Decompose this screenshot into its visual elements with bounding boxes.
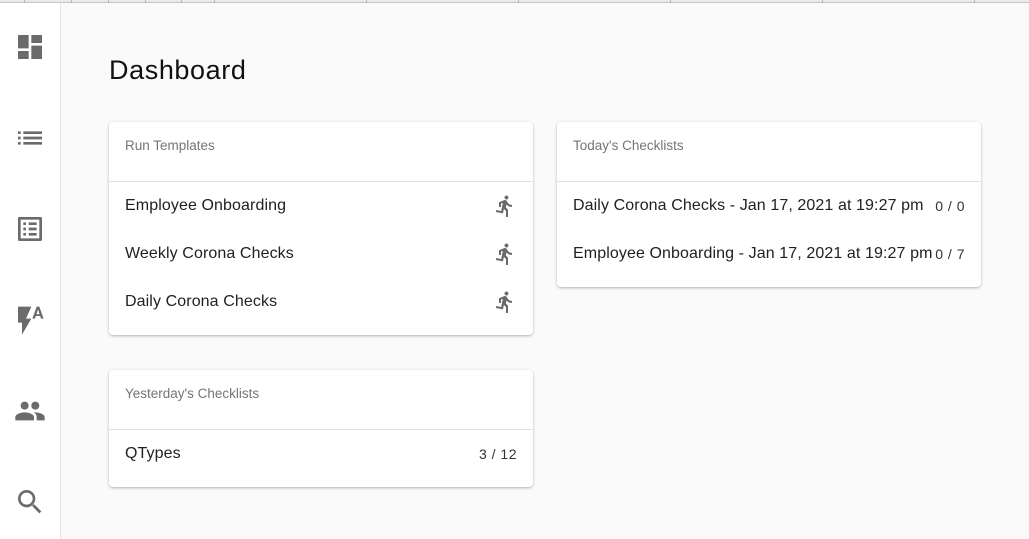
run-icon[interactable] <box>493 194 517 218</box>
run-icon[interactable] <box>493 290 517 314</box>
card-title: Yesterday's Checklists <box>109 370 533 430</box>
template-name: Weekly Corona Checks <box>125 245 294 262</box>
main-content: Dashboard Run Templates Employee Onboard… <box>61 3 1029 539</box>
list-icon <box>18 131 42 145</box>
yesterdays-checklists-card: Yesterday's Checklists QTypes 3 / 12 <box>109 370 533 487</box>
checklist-name: Daily Corona Checks - Jan 17, 2021 at 19… <box>573 197 924 214</box>
list-item[interactable]: Daily Corona Checks - Jan 17, 2021 at 19… <box>557 182 981 230</box>
list-item[interactable]: Employee Onboarding - Jan 17, 2021 at 19… <box>557 230 981 278</box>
todays-checklists-card: Today's Checklists Daily Corona Checks -… <box>557 122 981 287</box>
dashboard-icon <box>18 35 42 59</box>
sidebar-item-automation[interactable] <box>0 290 60 350</box>
search-icon <box>18 490 42 514</box>
sidebar-item-checklists[interactable] <box>0 199 60 259</box>
template-name: Employee Onboarding <box>125 197 287 214</box>
sidebar-item-users[interactable] <box>0 381 60 441</box>
progress-count: 3 / 12 <box>478 446 517 462</box>
card-title: Today's Checklists <box>557 122 981 182</box>
checklist-name: QTypes <box>125 445 181 462</box>
list-item[interactable]: Weekly Corona Checks <box>109 230 533 278</box>
list-item[interactable]: Daily Corona Checks <box>109 278 533 326</box>
list-alt-icon <box>18 217 42 241</box>
list-item[interactable]: QTypes 3 / 12 <box>109 430 533 478</box>
sidebar-item-search[interactable] <box>0 472 60 532</box>
page-title: Dashboard <box>109 55 247 85</box>
progress-count: 0 / 7 <box>935 246 965 262</box>
run-templates-card: Run Templates Employee Onboarding Weekly… <box>109 122 533 335</box>
people-icon <box>15 401 45 421</box>
flash-auto-icon <box>18 306 44 335</box>
template-name: Daily Corona Checks <box>125 293 278 310</box>
sidebar-item-dashboard[interactable] <box>0 17 60 77</box>
run-icon[interactable] <box>493 242 517 266</box>
card-title: Run Templates <box>109 122 533 182</box>
progress-count: 0 / 0 <box>935 198 965 214</box>
checklist-name: Employee Onboarding - Jan 17, 2021 at 19… <box>573 245 933 262</box>
sidebar <box>0 3 61 539</box>
list-item[interactable]: Employee Onboarding <box>109 182 533 230</box>
sidebar-item-list[interactable] <box>0 108 60 168</box>
